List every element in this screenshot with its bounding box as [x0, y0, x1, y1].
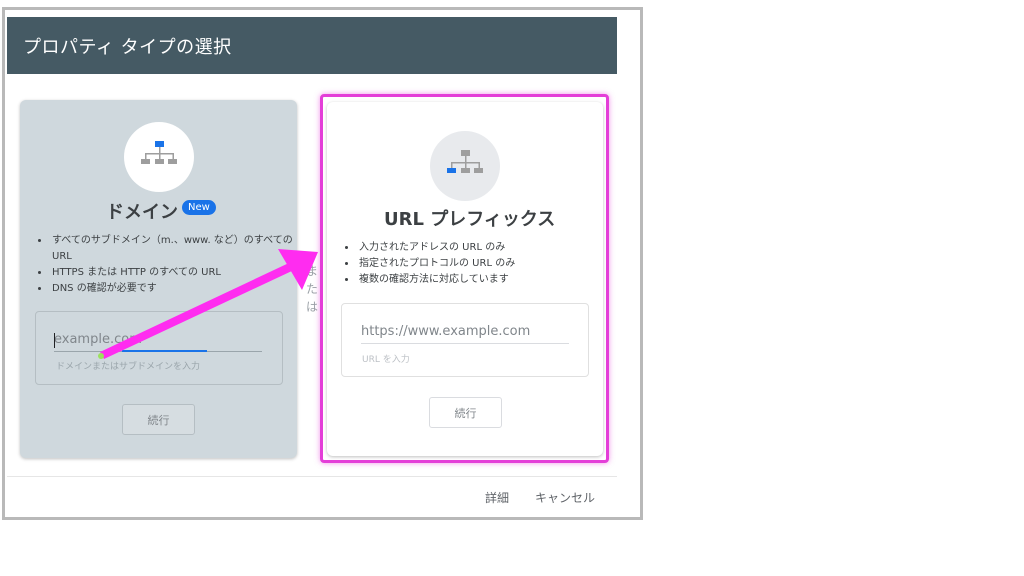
domain-feature-list: すべてのサブドメイン（m.、www. など）のすべての URL HTTPS また…: [36, 233, 302, 297]
input-underline: [361, 343, 569, 344]
url-prefix-card-title: URL プレフィックス: [384, 209, 556, 230]
sitemap-icon: [124, 122, 194, 192]
domain-continue-button[interactable]: 続行: [122, 404, 195, 435]
domain-input-container: ドメインまたはサブドメインを入力: [35, 311, 283, 385]
url-input-container: URL を入力: [341, 303, 589, 377]
details-link[interactable]: 詳細: [485, 489, 509, 506]
list-item: HTTPS または HTTP のすべての URL: [50, 265, 302, 281]
domain-input-helper: ドメインまたはサブドメインを入力: [56, 362, 201, 372]
dialog-header: プロパティ タイプの選択: [7, 17, 617, 74]
url-prefix-property-card[interactable]: URL プレフィックス 入力されたアドレスの URL のみ 指定されたプロトコル…: [327, 102, 603, 456]
text-caret: [54, 333, 55, 348]
cancel-button[interactable]: キャンセル: [535, 489, 595, 506]
url-prefix-continue-button[interactable]: 続行: [429, 397, 502, 428]
url-input-helper: URL を入力: [362, 355, 410, 365]
list-item: 入力されたアドレスの URL のみ: [357, 240, 609, 256]
footer-divider: [7, 476, 617, 477]
domain-input[interactable]: [54, 332, 262, 347]
domain-property-card[interactable]: ドメイン New すべてのサブドメイン（m.、www. など）のすべての URL…: [20, 100, 297, 458]
list-item: すべてのサブドメイン（m.、www. など）のすべての URL: [50, 233, 302, 265]
new-badge: New: [182, 200, 216, 215]
sitemap-icon: [430, 131, 500, 201]
list-item: 複数の確認方法に対応しています: [357, 272, 609, 288]
list-item: 指定されたプロトコルの URL のみ: [357, 256, 609, 272]
domain-card-title: ドメイン: [106, 202, 178, 223]
input-focus-underline: [122, 350, 207, 352]
list-item: DNS の確認が必要です: [50, 281, 302, 297]
url-prefix-feature-list: 入力されたアドレスの URL のみ 指定されたプロトコルの URL のみ 複数の…: [343, 240, 609, 288]
dialog-title: プロパティ タイプの選択: [23, 37, 232, 58]
url-input[interactable]: [361, 324, 569, 339]
